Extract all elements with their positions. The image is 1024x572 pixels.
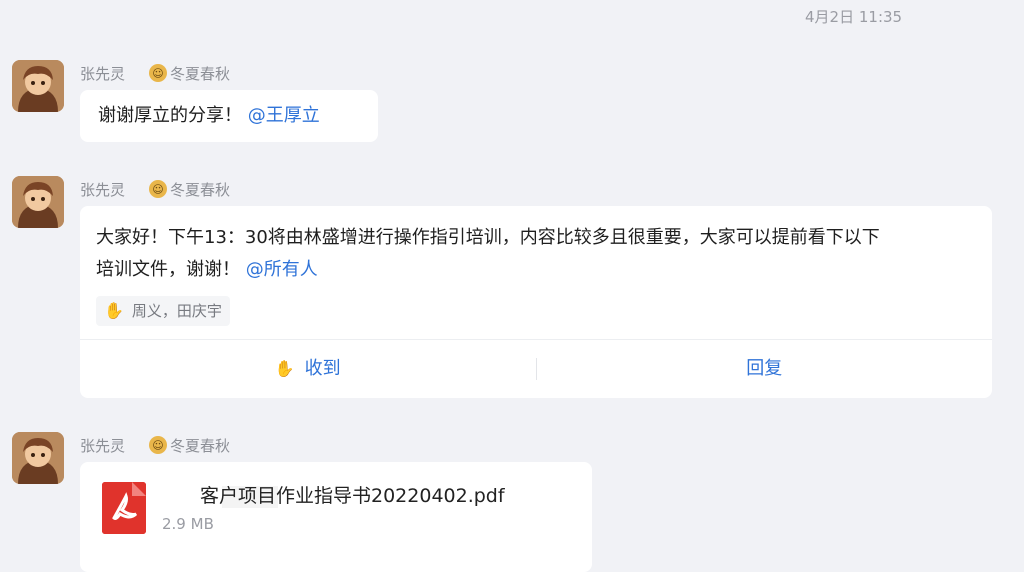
read-receipt[interactable]: ✋ 周义，田庆宇 [96, 296, 230, 326]
mention-link[interactable]: @王厚立 [248, 105, 320, 126]
sender-name[interactable]: 张先灵 [80, 179, 125, 200]
group-emoji-icon: ☺ [149, 180, 168, 198]
file-attachment-card[interactable]: 客户项目作业指导书20220402.pdf 2.9 MB [80, 462, 592, 572]
avatar-image [12, 432, 64, 484]
action-bar: ✋ 收到 回复 [80, 339, 992, 398]
group-emoji-icon: ☺ [149, 436, 168, 454]
message-text-line-2-text: 培训文件，谢谢！ [96, 259, 240, 280]
message-timestamp: 4月2日 11:35 [805, 8, 903, 26]
group-name: 冬夏春秋 [170, 180, 231, 199]
file-name[interactable]: 客户项目作业指导书20220402.pdf [200, 481, 505, 508]
sender-line: 张先灵 ☺ 冬夏春秋 [80, 62, 230, 84]
pdf-icon [102, 482, 146, 534]
avatar-image [12, 60, 64, 112]
avatar[interactable] [12, 176, 64, 228]
message-text: 谢谢厚立的分享！ [98, 105, 242, 126]
message-text-line-1: 大家好！下午13：30将由林盛增进行操作指引培训，内容比较多且很重要，大家可以提… [96, 227, 880, 248]
sender-name[interactable]: 张先灵 [80, 435, 125, 456]
group-name: 冬夏春秋 [170, 64, 231, 83]
group-emoji-icon: ☺ [149, 64, 168, 82]
message-body: 大家好！下午13：30将由林盛增进行操作指引培训，内容比较多且很重要，大家可以提… [96, 222, 880, 286]
file-size: 2.9 MB [162, 515, 214, 533]
message-bubble[interactable]: 大家好！下午13：30将由林盛增进行操作指引培训，内容比较多且很重要，大家可以提… [80, 206, 992, 398]
received-button[interactable]: ✋ 收到 [80, 353, 536, 385]
message-text-line-2: 培训文件，谢谢！ @所有人 [96, 254, 880, 286]
reply-button[interactable]: 回复 [537, 353, 993, 385]
mention-all-link[interactable]: @所有人 [246, 259, 318, 280]
sender-line: 张先灵 ☺ 冬夏春秋 [80, 434, 230, 456]
read-by-names: 周义，田庆宇 [131, 302, 222, 320]
avatar-image [12, 176, 64, 228]
received-label: 收到 [304, 358, 341, 379]
avatar[interactable] [12, 432, 64, 484]
sender-name[interactable]: 张先灵 [80, 63, 125, 84]
wave-hand-icon: ✋ [274, 359, 295, 378]
wave-hand-icon: ✋ [104, 301, 124, 320]
message-bubble[interactable]: 谢谢厚立的分享！ @王厚立 [80, 90, 378, 142]
sender-line: 张先灵 ☺ 冬夏春秋 [80, 178, 230, 200]
group-name: 冬夏春秋 [170, 436, 231, 455]
avatar[interactable] [12, 60, 64, 112]
